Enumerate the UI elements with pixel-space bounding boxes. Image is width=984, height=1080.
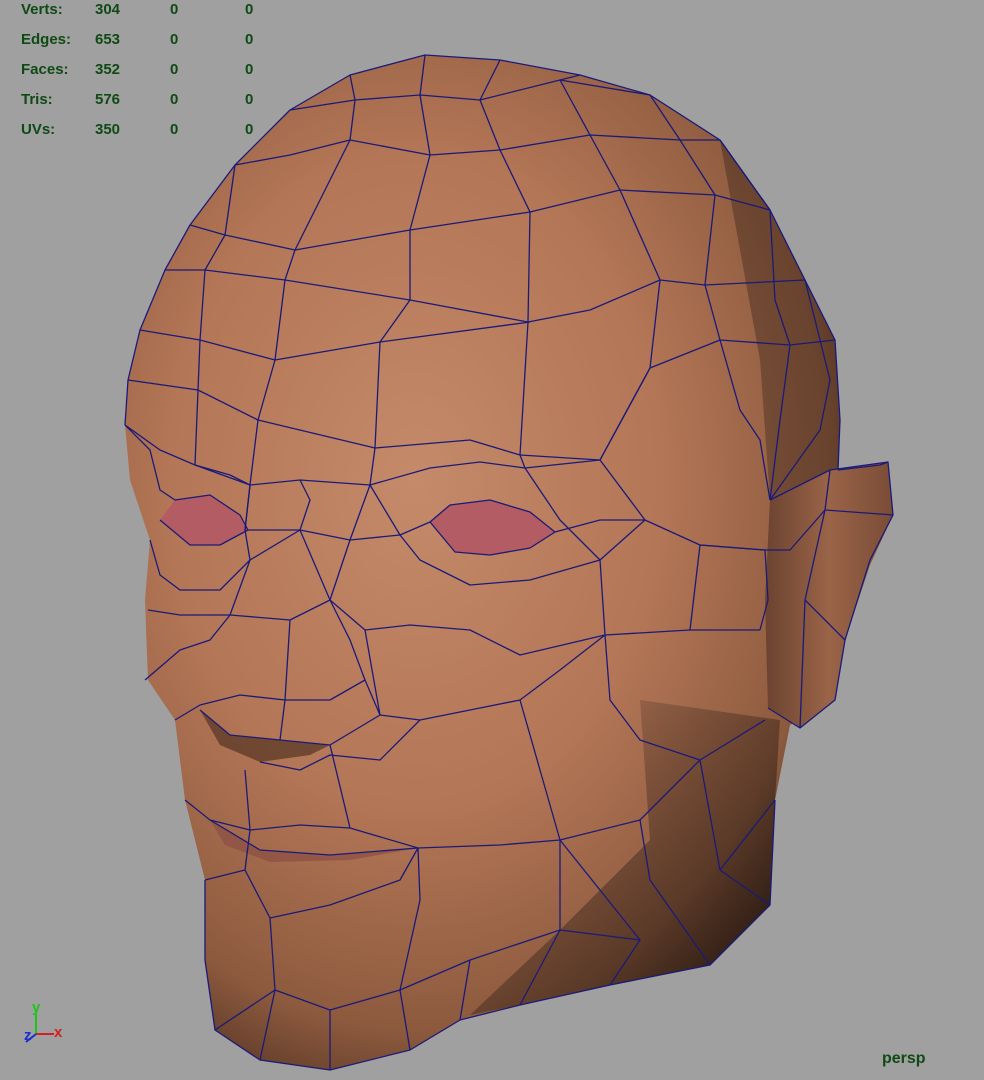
axis-x-label: x: [54, 1024, 63, 1041]
hud-value: 0: [170, 61, 179, 78]
hud-value: 0: [245, 31, 254, 48]
hud-value: 0: [170, 91, 179, 108]
axis-z-label: z: [24, 1027, 32, 1044]
xyz-axis-icon: y x z: [24, 999, 63, 1044]
hud-value: 576: [95, 91, 121, 108]
hud-label: Faces:: [21, 61, 69, 78]
hud-label: Edges:: [21, 31, 72, 48]
hud-label: Tris:: [21, 91, 53, 108]
hud-label: Verts:: [21, 1, 63, 18]
hud-value: 0: [245, 61, 254, 78]
hud-value: 0: [245, 121, 254, 138]
ear-shape: [765, 462, 893, 728]
hud-value: 350: [95, 121, 121, 138]
hud-value: 653: [95, 31, 121, 48]
hud-value: 0: [170, 1, 179, 18]
hud-value: 352: [95, 61, 121, 78]
hud-label: UVs:: [21, 121, 56, 138]
hud-value: 0: [170, 121, 179, 138]
hud-value: 0: [245, 1, 254, 18]
head-mesh[interactable]: [124, 54, 894, 1071]
camera-label: persp: [882, 1050, 926, 1067]
hud-value: 0: [245, 91, 254, 108]
hud-value: 304: [95, 1, 121, 18]
axis-y-label: y: [32, 999, 41, 1016]
perspective-viewport[interactable]: [0, 0, 984, 1080]
hud-value: 0: [170, 31, 179, 48]
